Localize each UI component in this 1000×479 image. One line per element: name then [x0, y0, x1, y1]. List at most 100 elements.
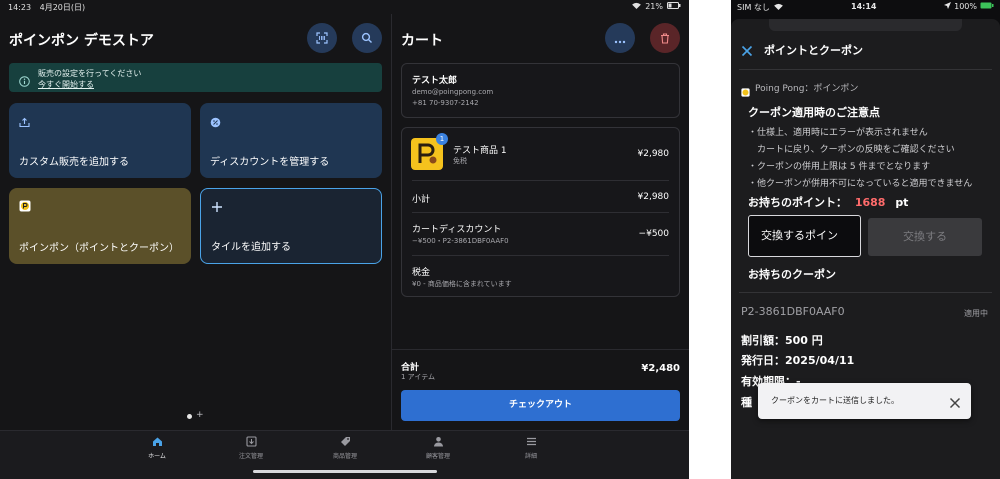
product-price: ¥2,980 — [637, 149, 670, 159]
subtotal-value: ¥2,980 — [637, 192, 670, 202]
info-icon — [19, 72, 30, 91]
nav-label: 顧客管理 — [425, 453, 450, 460]
customer-email: demo@poingpong.com — [412, 88, 494, 96]
notice-line: ・クーポンの併用上限は 5 件までとなります — [748, 162, 931, 172]
points-unit: pt — [895, 196, 909, 209]
wifi-icon — [774, 3, 783, 12]
trash-icon — [660, 29, 670, 48]
status-time: 14:23 4月20日(日) — [8, 2, 85, 13]
tile-label: ポインポン（ポイントとクーポン） — [19, 243, 179, 254]
search-button[interactable] — [352, 23, 382, 53]
exchange-button[interactable]: 交換する — [868, 218, 982, 256]
product-name[interactable]: テスト商品 1 — [453, 143, 507, 156]
sheet-title: ポイントとクーポン — [764, 44, 863, 57]
status-right: 21% — [632, 2, 681, 11]
notice-line: ・他クーポンが併用不可になっていると適用できません — [748, 179, 973, 189]
phone-clock: 14:14 — [851, 2, 877, 11]
plus-icon — [211, 198, 223, 217]
barcode-scan-icon — [316, 29, 328, 48]
notice-line: ・仕様上、適用時にエラーが表示されません — [748, 128, 928, 138]
nav-label: 注文管理 — [238, 453, 263, 460]
banner-text: 販売の設定を行ってください — [38, 69, 142, 78]
discount-label[interactable]: カートディスカウント — [412, 222, 501, 235]
tag-icon — [315, 436, 375, 447]
nav-label: 商品管理 — [332, 453, 357, 460]
battery-percent: 100% — [954, 2, 977, 11]
home-icon — [127, 436, 187, 447]
tile-label: タイルを追加する — [211, 242, 291, 253]
nav-customers[interactable]: 顧客管理 — [408, 436, 468, 460]
tile-manage-discount[interactable]: ディスカウントを管理する — [200, 103, 382, 178]
banner-start-link[interactable]: 今すぐ開始する — [38, 79, 94, 90]
nav-products[interactable]: 商品管理 — [315, 436, 375, 460]
pane-divider — [391, 14, 392, 431]
nav-orders[interactable]: 注文管理 — [221, 436, 281, 460]
cart-more-button[interactable] — [605, 23, 635, 53]
nav-details[interactable]: 詳細 — [501, 436, 561, 460]
tile-poingpong[interactable]: ポインポン（ポイントとクーポン） — [9, 188, 191, 264]
nav-label: ホーム — [148, 453, 166, 460]
cart-title: カート — [401, 33, 443, 49]
orders-icon — [221, 436, 281, 447]
store-title: ポインポン デモストア — [9, 33, 154, 49]
divider — [739, 69, 992, 70]
carrier-label: SIM なし — [737, 3, 770, 12]
nav-home[interactable]: ホーム — [127, 436, 187, 460]
status-clock: 14:23 — [8, 3, 32, 12]
coupon-code[interactable]: P2-3861DBF0AAF0 — [741, 305, 845, 318]
sheet-grabber — [769, 19, 962, 31]
close-icon[interactable] — [741, 42, 753, 61]
upload-tray-icon — [19, 113, 30, 132]
discount-detail: −¥500・P2-3861DBF0AAF0 — [412, 237, 509, 245]
location-arrow-icon — [944, 2, 952, 11]
tile-custom-sale[interactable]: カスタム販売を追加する — [9, 103, 191, 178]
toast: クーポンをカートに送信しました。 — [758, 383, 971, 419]
divider — [412, 180, 669, 181]
search-icon — [361, 29, 373, 48]
discount-badge-icon — [210, 113, 221, 132]
quantity-badge: 1 — [436, 133, 448, 145]
setup-banner: 販売の設定を行ってください 今すぐ開始する — [9, 63, 382, 92]
nav-label: 詳細 — [524, 453, 537, 460]
divider — [412, 212, 669, 213]
subtotal-label: 小計 — [412, 195, 431, 205]
coupon-status: 適用中 — [964, 309, 988, 318]
notice-title: クーポン適用時のご注意点 — [748, 106, 880, 119]
battery-icon — [667, 2, 681, 11]
toast-message: クーポンをカートに送信しました。 — [771, 396, 899, 405]
points-label: お持ちのポイント： — [748, 196, 847, 209]
coupon-issued: 発行日：2025/04/11 — [741, 354, 855, 367]
person-icon — [408, 436, 468, 447]
poingpong-logo-icon — [741, 82, 750, 101]
battery-charging-icon — [980, 2, 994, 11]
checkout-button[interactable]: チェックアウト — [401, 390, 680, 421]
app-source-label: Poing Pong：ポインポン — [755, 84, 859, 94]
coupon-discount: 割引額：500 円 — [741, 334, 823, 347]
coupon-type-partial: 種 — [741, 396, 752, 409]
status-date: 4月20日(日) — [39, 3, 86, 12]
barcode-scan-button[interactable] — [307, 23, 337, 53]
total-item-count: 1 アイテム — [401, 373, 435, 381]
product-tax-note: 免税 — [453, 157, 467, 165]
cart-items-card: 1 テスト商品 1 免税 ¥2,980 小計 ¥2,980 カートディスカウント… — [401, 127, 680, 297]
poingpong-logo-icon — [19, 197, 31, 216]
phone-status-right: 100% — [944, 2, 994, 11]
divider — [412, 255, 669, 256]
more-dots-icon — [614, 29, 626, 48]
customer-name: テスト太郎 — [412, 76, 458, 86]
tile-add-tile[interactable]: タイルを追加する — [200, 188, 382, 264]
exchange-points-input[interactable]: 交換するポイン — [748, 215, 861, 257]
customer-phone: +81 70-9307-2142 — [412, 99, 479, 107]
phone-screen: SIM なし 14:14 100% ポイントとクーポン Poing Pong：ポ… — [731, 0, 1000, 479]
clear-cart-button[interactable] — [650, 23, 680, 53]
coupons-title: お持ちのクーポン — [748, 268, 836, 281]
menu-icon — [501, 436, 561, 447]
tablet-screen: 14:23 4月20日(日) 21% ポインポン デモストア 販売の設定を行って… — [0, 0, 689, 479]
tax-label: 税金 — [412, 268, 431, 278]
page-indicator-dot[interactable] — [187, 414, 192, 419]
home-indicator — [253, 470, 437, 473]
tile-label: ディスカウントを管理する — [210, 157, 330, 168]
customer-card[interactable]: テスト太郎 demo@poingpong.com +81 70-9307-214… — [401, 63, 680, 118]
add-page-icon[interactable]: + — [196, 410, 204, 420]
toast-close-icon[interactable] — [949, 394, 961, 413]
